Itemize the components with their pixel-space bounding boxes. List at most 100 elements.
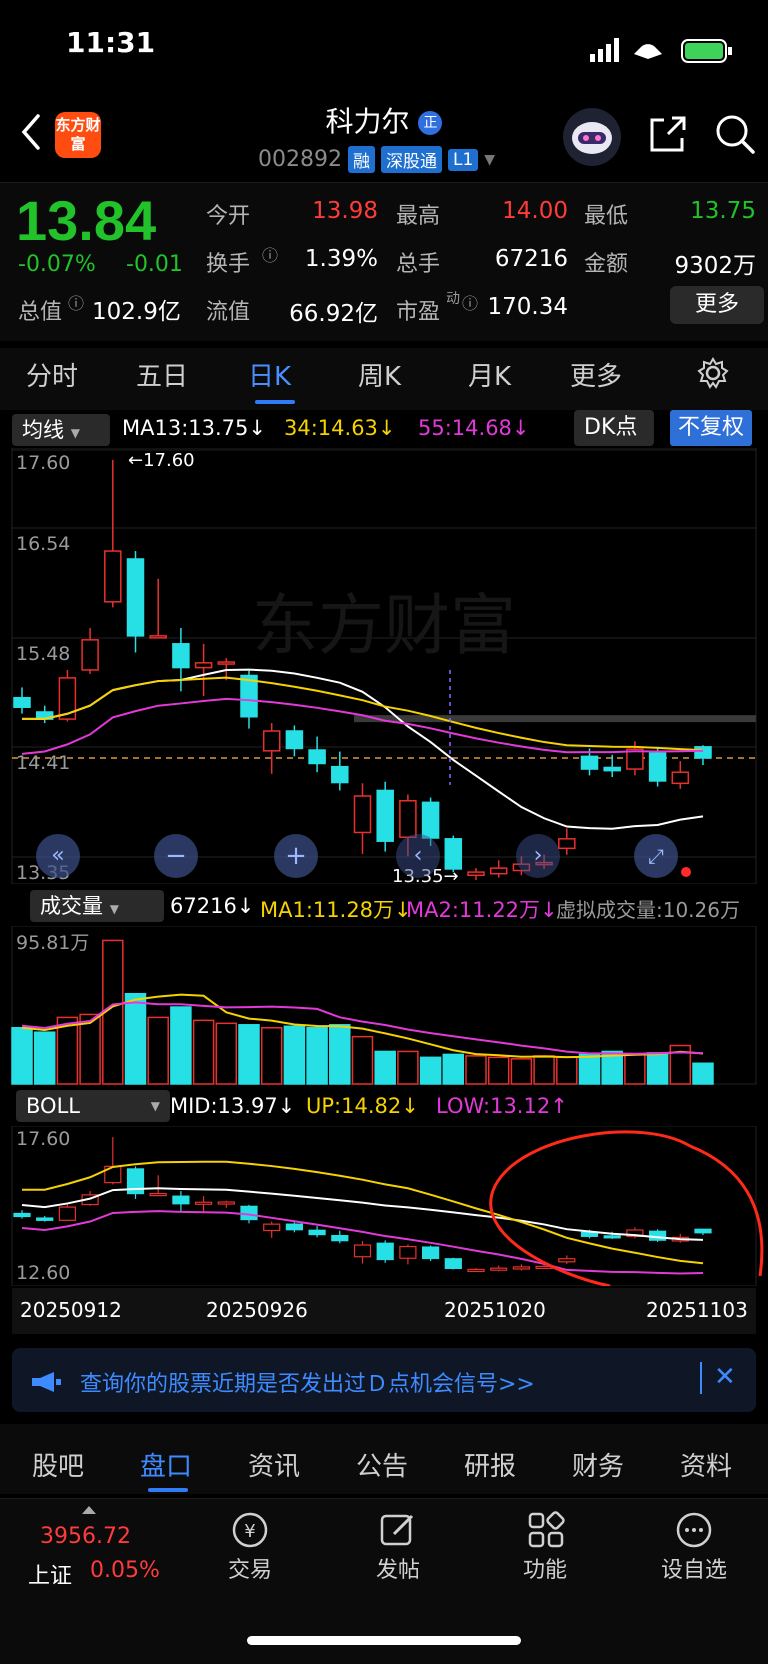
- tab-weekly-k[interactable]: 周K: [358, 356, 401, 393]
- boll-candle: [285, 1223, 303, 1231]
- boll-candle: [512, 1266, 531, 1270]
- boll-axis-bottom: 12.60: [16, 1262, 71, 1284]
- max-price-label: ←17.60: [128, 450, 195, 471]
- robot-assistant-icon[interactable]: [563, 108, 621, 166]
- change-amount: -0.01: [126, 252, 183, 277]
- candle: [353, 795, 372, 834]
- candle: [558, 838, 576, 850]
- function-grid-icon[interactable]: [526, 1510, 566, 1550]
- boll-mid: MID:13.97↓: [170, 1094, 296, 1118]
- boll-candle: [308, 1229, 326, 1236]
- volume-bar: [192, 1019, 215, 1085]
- banner-text[interactable]: 查询你的股票近期是否发出过Ｄ点机会信号>>: [80, 1366, 535, 1398]
- bottom-tab-active-indicator: [148, 1488, 188, 1492]
- volume-selector[interactable]: 成交量 ▼: [30, 890, 164, 922]
- dk-point-button[interactable]: DK点: [574, 410, 654, 446]
- add-watchlist-icon[interactable]: [674, 1510, 714, 1550]
- boll-selector[interactable]: BOLL ▼: [16, 1090, 170, 1122]
- tab-five-day[interactable]: 五日: [136, 356, 188, 393]
- hand-drawn-circle-annotation: [489, 1130, 764, 1286]
- boll-axis-top: 17.60: [16, 1128, 71, 1150]
- boll-chart[interactable]: [0, 1126, 768, 1286]
- trade-icon[interactable]: ¥: [230, 1510, 270, 1550]
- pe-value: 170.34: [487, 294, 568, 320]
- candle: [421, 801, 440, 839]
- float-value: 66.92亿: [289, 301, 378, 327]
- candle: [648, 752, 667, 782]
- total-value: 102.9亿: [92, 299, 181, 325]
- prev-icon[interactable]: ‹: [396, 834, 440, 878]
- high-label: 最高: [396, 204, 441, 229]
- date-axis: [12, 1288, 756, 1334]
- volume-axis-top: 95.81万: [16, 932, 90, 954]
- share-icon[interactable]: [648, 114, 688, 154]
- zoom-out-icon[interactable]: −: [154, 834, 198, 878]
- pe-label: 市盈: [396, 300, 441, 325]
- post-button[interactable]: 发帖: [353, 1552, 443, 1584]
- price-axis-label-2: 15.48: [16, 643, 71, 665]
- banner-divider: [700, 1362, 702, 1394]
- adjust-button[interactable]: 不复权: [670, 410, 752, 446]
- total-value-label: 总值: [18, 300, 63, 325]
- next-icon[interactable]: ›: [516, 834, 560, 878]
- tab-research[interactable]: 研报: [464, 1446, 516, 1483]
- volume-chart[interactable]: [0, 926, 768, 1086]
- function-button[interactable]: 功能: [500, 1552, 590, 1584]
- trade-button[interactable]: 交易: [205, 1552, 295, 1584]
- dropdown-icon: ▼: [109, 902, 119, 916]
- fullscreen-icon[interactable]: ⤢: [634, 834, 678, 878]
- boll-candle: [603, 1235, 621, 1239]
- volume-selector-label: 成交量: [40, 894, 103, 918]
- tab-more[interactable]: 更多: [570, 356, 622, 393]
- scroll-left-icon[interactable]: «: [36, 834, 80, 878]
- search-icon[interactable]: [713, 112, 757, 156]
- ma55-value: 55:14.68↓: [418, 416, 530, 440]
- volume-bar: [329, 1024, 351, 1085]
- candle: [172, 643, 190, 669]
- close-icon[interactable]: ✕: [714, 1362, 736, 1392]
- stock-code-row[interactable]: 002892 融 深股通 L1 ▼: [258, 146, 495, 173]
- tab-finance[interactable]: 财务: [572, 1446, 624, 1483]
- volume-bar: [147, 1016, 169, 1085]
- candle: [580, 755, 599, 770]
- candle: [694, 746, 712, 759]
- boll-up: UP:14.82↓: [306, 1094, 419, 1118]
- candle: [217, 661, 236, 665]
- add-watchlist-button[interactable]: 设自选: [649, 1552, 739, 1584]
- tab-news[interactable]: 资讯: [248, 1446, 300, 1483]
- volume-bar: [260, 1027, 283, 1085]
- tab-pankou[interactable]: 盘口: [140, 1446, 192, 1483]
- index-expand-icon[interactable]: [82, 1506, 96, 1514]
- tab-daily-k[interactable]: 日K: [248, 356, 291, 393]
- pe-info-icon[interactable]: ⓘ: [462, 290, 478, 314]
- chart-settings-gear-icon[interactable]: [696, 356, 730, 390]
- tab-intraday[interactable]: 分时: [26, 356, 78, 393]
- index-name: 上证: [28, 1564, 73, 1589]
- boll-candle: [172, 1195, 190, 1205]
- candle: [331, 765, 349, 784]
- tab-announcements[interactable]: 公告: [356, 1446, 408, 1483]
- tab-profile[interactable]: 资料: [680, 1446, 732, 1483]
- ma-selector[interactable]: 均线 ▼: [12, 414, 110, 446]
- boll-candle: [490, 1267, 508, 1271]
- tab-guba[interactable]: 股吧: [32, 1446, 84, 1483]
- watermark-logo: 东方财富: [252, 587, 516, 664]
- volume-bar: [397, 1050, 419, 1085]
- turnover-info-icon[interactable]: ⓘ: [262, 242, 278, 266]
- info-icon[interactable]: ⓘ: [68, 290, 84, 314]
- home-indicator: [247, 1636, 521, 1645]
- date-label-2: 20251020: [444, 1298, 546, 1322]
- post-edit-icon[interactable]: [378, 1510, 418, 1550]
- boll-candle: [558, 1258, 576, 1263]
- volume-bar: [465, 1055, 487, 1085]
- kline-chart[interactable]: 东方财富: [0, 448, 768, 884]
- tag-connect: 深股通: [380, 146, 442, 173]
- zoom-in-icon[interactable]: +: [274, 834, 318, 878]
- vol-ma1: MA1:11.28万↓: [260, 898, 412, 922]
- price-axis-label-0: 17.60: [16, 452, 71, 474]
- more-quote-button[interactable]: 更多: [670, 286, 764, 324]
- date-label-0: 20250912: [20, 1298, 122, 1322]
- volume-bar: [374, 1050, 396, 1085]
- tab-monthly-k[interactable]: 月K: [468, 356, 511, 393]
- index-value[interactable]: 3956.72: [40, 1524, 131, 1549]
